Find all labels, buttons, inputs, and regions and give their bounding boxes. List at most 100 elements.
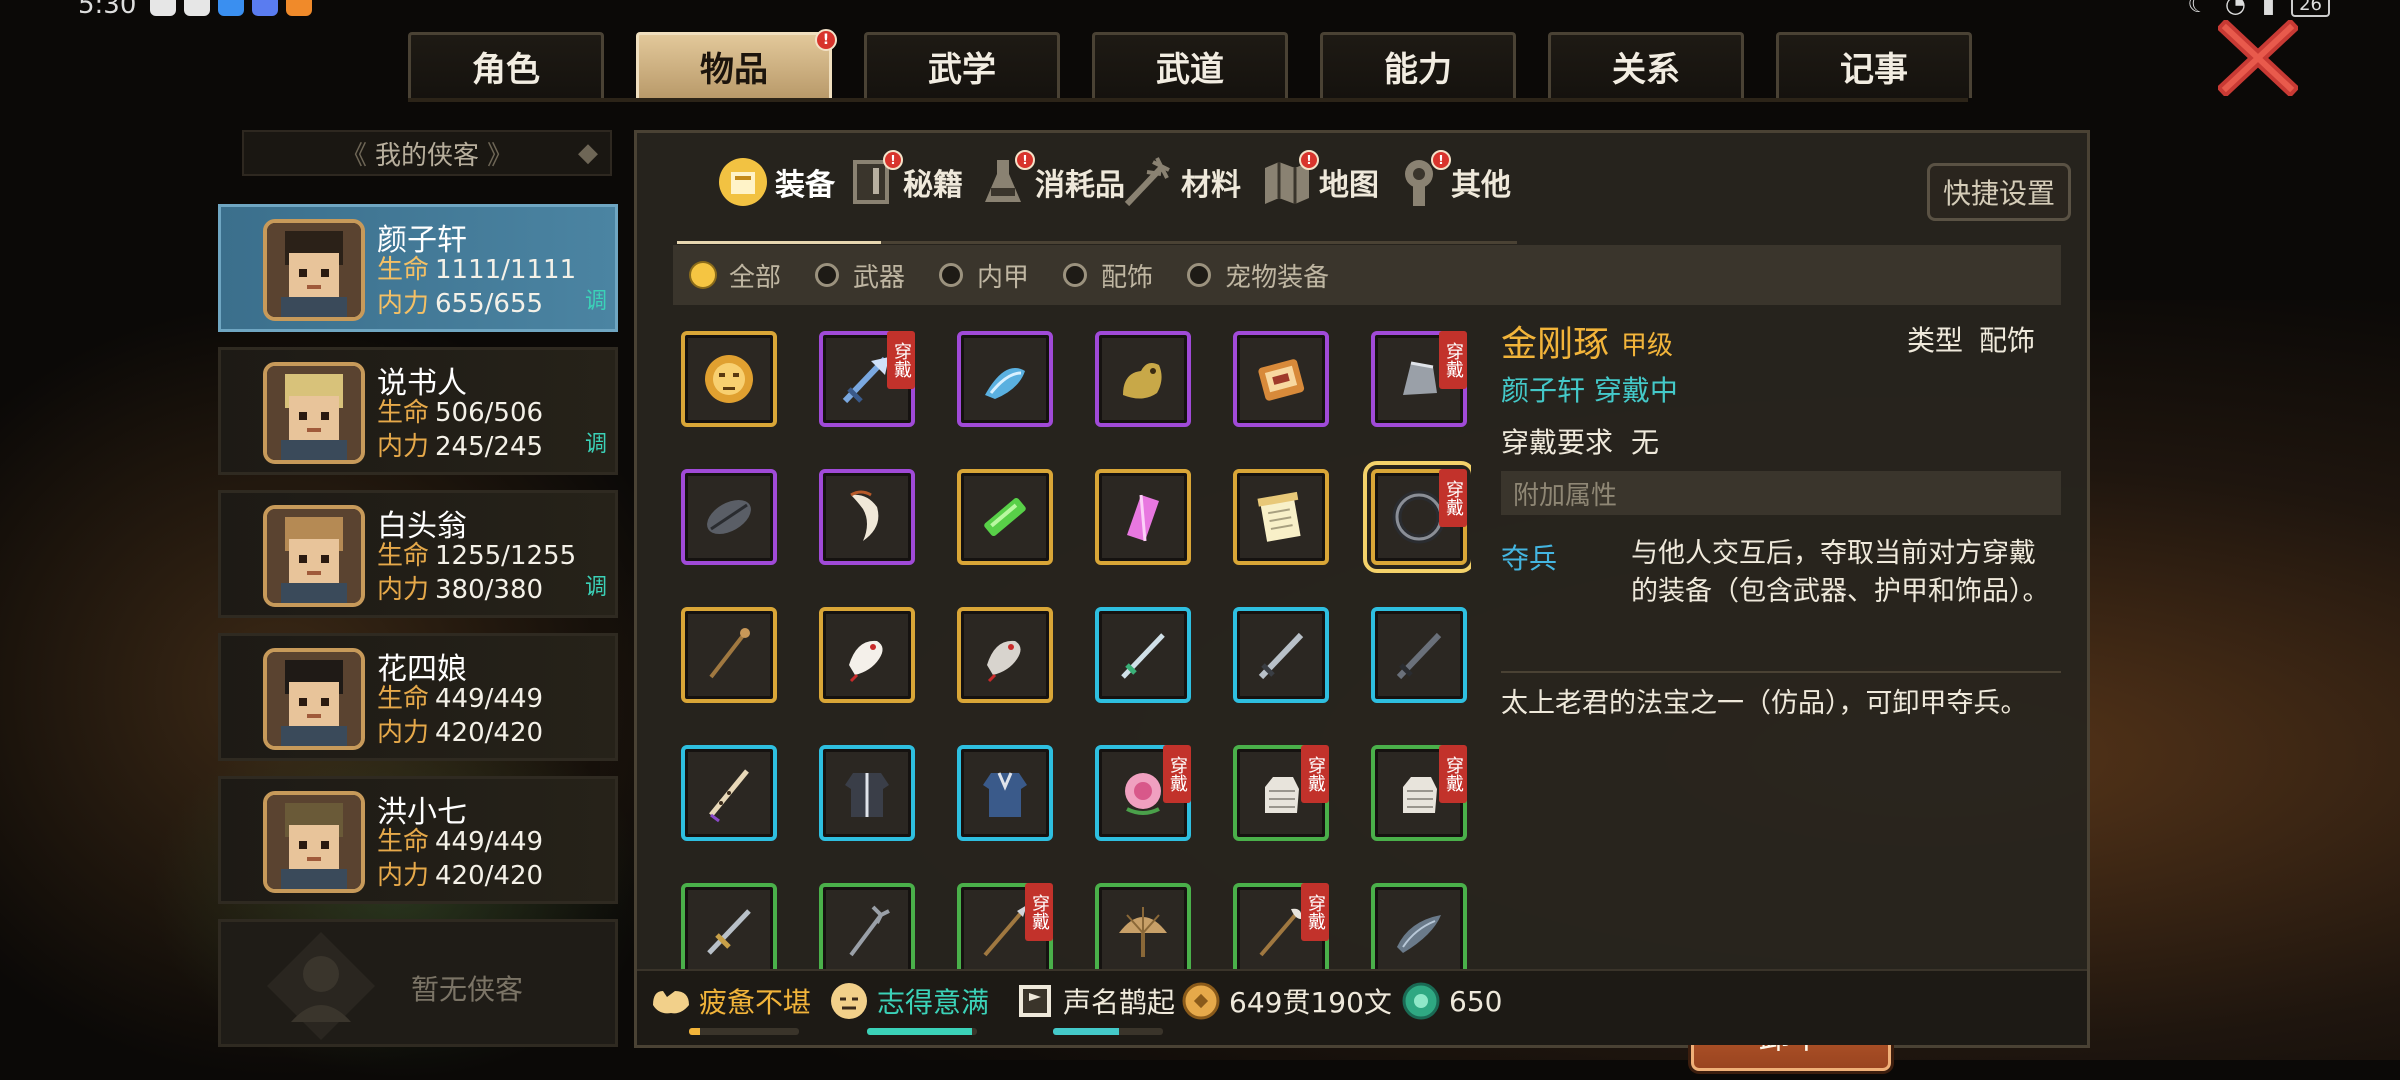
hero-card[interactable]: 说书人 生命 506/506 内力 245/245 调 (218, 347, 618, 475)
item-slot[interactable] (681, 331, 777, 427)
item-slot[interactable] (1233, 331, 1329, 427)
item-slot[interactable]: 穿戴 (1363, 461, 1471, 573)
filter-option[interactable]: 全部 (691, 257, 781, 294)
life-label: 生命 (377, 398, 430, 428)
life-value: 506/506 (435, 398, 544, 428)
tab-1[interactable]: 物品! (636, 29, 837, 98)
tab-label: 武学 (928, 50, 996, 90)
item-slot[interactable]: 穿戴 (1371, 745, 1467, 841)
item-slot[interactable] (957, 469, 1053, 565)
radio-icon (1187, 263, 1212, 287)
item-slot[interactable] (1095, 607, 1191, 703)
inner-label: 内力 (377, 718, 430, 748)
hero-life: 生命 449/449 (377, 678, 543, 715)
inner-value: 420/420 (435, 861, 544, 891)
signal-icon: ▮ (2261, 0, 2276, 18)
inner-label: 内力 (377, 432, 430, 462)
category-tab-0[interactable]: 装备 (717, 149, 835, 215)
gray-bird-icon (987, 640, 1021, 683)
item-grade: 甲级 (1621, 331, 1674, 361)
attribute-name: 夺兵 (1501, 542, 1558, 575)
filter-option[interactable]: 内甲 (939, 257, 1029, 294)
short-sword-icon (707, 909, 751, 955)
chevron-left-icon[interactable]: 《 (341, 135, 367, 172)
tab-3[interactable]: 武道 (1092, 32, 1288, 98)
my-heroes-header[interactable]: 《 我的侠客 》 ◆ (242, 130, 612, 176)
book-scroll-icon (1257, 491, 1301, 542)
close-icon[interactable] (2218, 20, 2298, 96)
item-slot[interactable] (681, 469, 777, 565)
herb-icon (1123, 154, 1175, 210)
item-slot[interactable] (681, 883, 777, 971)
item-owner: 颜子轩 穿戴中 (1501, 374, 1678, 407)
money-value: 649贯190文 (1229, 986, 1392, 1019)
item-slot[interactable] (1095, 469, 1191, 565)
category-tab-5[interactable]: ! 其他 (1393, 149, 1511, 215)
fatigue-bar (689, 1028, 799, 1035)
filter-option[interactable]: 武器 (815, 257, 905, 294)
tab-label: 武道 (1156, 50, 1224, 90)
hero-card[interactable]: 花四娘 生命 449/449 内力 420/420 (218, 633, 618, 761)
item-slot[interactable] (819, 883, 915, 971)
category-tab-1[interactable]: ! 秘籍 (845, 149, 963, 215)
item-slot[interactable] (1095, 883, 1191, 971)
filter-label: 内甲 (977, 262, 1030, 293)
adjust-link[interactable]: 调 (585, 283, 607, 315)
hero-card[interactable]: 白头翁 生命 1255/1255 内力 380/380 调 (218, 490, 618, 618)
item-slot[interactable] (819, 745, 915, 841)
quick-settings-button[interactable]: 快捷设置 (1927, 163, 2071, 221)
item-slot[interactable]: 穿戴 (1371, 331, 1467, 427)
item-slot[interactable]: 穿戴 (1095, 745, 1191, 841)
item-slot[interactable] (1371, 607, 1467, 703)
tab-4[interactable]: 能力 (1320, 32, 1516, 98)
hero-card[interactable]: 颜子轩 生命 1111/1111 内力 655/655 调 (218, 204, 618, 332)
item-slot[interactable] (1233, 469, 1329, 565)
hero-avatar (263, 648, 365, 750)
muscle-icon (653, 991, 689, 1014)
item-slot[interactable] (1371, 883, 1467, 971)
item-slot[interactable] (819, 607, 915, 703)
item-slot[interactable] (1233, 607, 1329, 703)
item-slot[interactable] (681, 607, 777, 703)
alert-badge-icon: ! (815, 29, 837, 51)
potion-icon: ! (977, 150, 1035, 210)
category-tab-4[interactable]: ! 地图 (1261, 149, 1379, 215)
item-slot[interactable] (957, 607, 1053, 703)
equipment-icon (717, 154, 769, 210)
hero-avatar (263, 219, 365, 321)
item-slot[interactable] (957, 331, 1053, 427)
item-slot[interactable]: 穿戴 (1233, 745, 1329, 841)
filter-option[interactable]: 配饰 (1063, 257, 1153, 294)
tab-5[interactable]: 关系 (1548, 32, 1744, 98)
dark-sword-icon (1396, 632, 1442, 680)
item-slot[interactable] (819, 469, 915, 565)
item-slot[interactable]: 穿戴 (819, 331, 915, 427)
radio-icon (691, 263, 715, 287)
item-slot[interactable] (681, 745, 777, 841)
attribute-header: 附加属性 (1501, 471, 2061, 515)
hero-avatar (263, 791, 365, 893)
life-label: 生命 (377, 827, 430, 857)
tab-2[interactable]: 武学 (864, 32, 1060, 98)
adjust-link[interactable]: 调 (585, 426, 607, 458)
tab-6[interactable]: 记事 (1776, 32, 1972, 98)
category-tab-3[interactable]: 材料 (1123, 149, 1241, 215)
life-value: 449/449 (435, 684, 544, 714)
filter-option[interactable]: 宠物装备 (1187, 257, 1329, 294)
inner-label: 内力 (377, 289, 430, 319)
item-slot[interactable] (1095, 331, 1191, 427)
adjust-link[interactable]: 调 (585, 569, 607, 601)
category-tab-2[interactable]: ! 消耗品 (977, 149, 1125, 215)
inner-value: 655/655 (435, 289, 544, 319)
hero-empty-slot: 暂无侠客 (218, 919, 618, 1047)
pink-crystal-icon (1127, 494, 1159, 542)
tab-0[interactable]: 角色 (408, 32, 604, 98)
golden-mask-icon (705, 355, 753, 403)
item-slot[interactable] (957, 745, 1053, 841)
hero-card[interactable]: 洪小七 生命 449/449 内力 420/420 (218, 776, 618, 904)
tab-label: 物品 (700, 50, 768, 90)
item-slot[interactable]: 穿戴 (1233, 883, 1329, 971)
item-slot[interactable]: 穿戴 (957, 883, 1053, 971)
chevron-right-icon[interactable]: 》 (487, 135, 513, 172)
fang-necklace-icon (850, 490, 879, 541)
